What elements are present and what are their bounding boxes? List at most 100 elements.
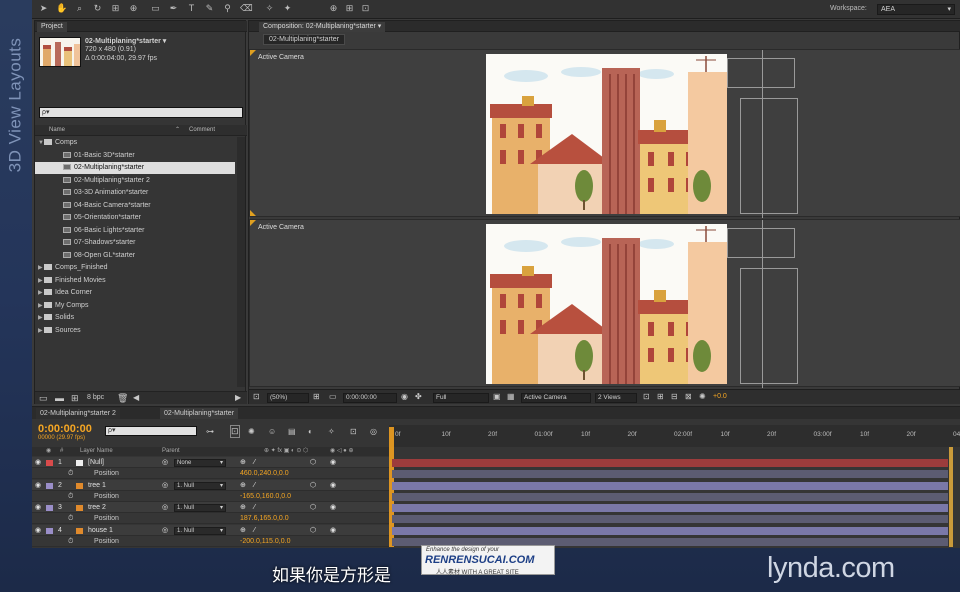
brainstorm-icon[interactable]: ✧ [328, 427, 335, 436]
layer-row[interactable]: ◉ 1 [Null] ◎ None ▾ ⊕ ⁄ ⬡ ◉ [32, 457, 389, 468]
camera-view-select[interactable]: Active Camera [521, 393, 591, 403]
stopwatch-icon[interactable]: ⏱ [68, 536, 73, 547]
layer-row[interactable]: ◉ 4 house 1 ◎ 1. Null ▾ ⊕ ⁄ ⬡ ◉ [32, 524, 389, 536]
mask-icon[interactable]: ▭ [329, 392, 337, 401]
preview-icon[interactable]: ⊡ [253, 392, 260, 401]
layer-wireframe[interactable] [740, 98, 798, 214]
motion-blur-icon[interactable]: ◐ [308, 427, 313, 436]
zoom-tool-icon[interactable]: ⌕ [74, 3, 85, 14]
trash-icon[interactable]: 🗑 [117, 393, 128, 404]
property-value[interactable]: 460.0,240.0,0.0 [240, 468, 289, 479]
layer-duration-bar[interactable] [392, 526, 948, 535]
timeline-search-input[interactable]: ρ▾ [105, 426, 197, 436]
bpc-label[interactable]: 8 bpc [87, 394, 104, 401]
selection-tool-icon[interactable]: ➤ [38, 3, 49, 14]
puppet-tool-icon[interactable]: ✦ [282, 3, 293, 14]
view-bottom[interactable]: Active Camera [249, 219, 960, 388]
project-comp-row[interactable]: 02-Multiplaning*starter 2 [35, 175, 235, 187]
solo-switch-icon[interactable]: ◉ [330, 502, 336, 513]
solo-switch-icon[interactable]: ◉ [330, 525, 336, 536]
visibility-eye-icon[interactable]: ◉ [35, 480, 41, 491]
property-track[interactable] [392, 515, 948, 523]
type-tool-icon[interactable]: T [186, 3, 197, 14]
rectangle-tool-icon[interactable]: ▭ [150, 3, 161, 14]
scroll-right-icon[interactable]: ▶ [235, 393, 241, 402]
shy-switch-icon[interactable]: ⊕ [240, 502, 246, 513]
views-layout-select[interactable]: 2 Views [595, 393, 637, 403]
disclosure-triangle-icon[interactable]: ▼ [38, 137, 44, 149]
pen-tool-icon[interactable]: ✒ [168, 3, 179, 14]
transparency-grid-icon[interactable]: ▦ [507, 392, 515, 401]
pickwhip-icon[interactable]: ◎ [162, 525, 168, 536]
solo-switch-icon[interactable]: ◉ [330, 480, 336, 491]
parent-select[interactable]: None ▾ [174, 459, 226, 467]
live-update-icon[interactable]: ⊡ [230, 425, 240, 438]
project-comp-row[interactable]: 02-Multiplaning*starter [35, 162, 235, 174]
shy-switch-icon[interactable]: ⊕ [240, 525, 246, 536]
property-row[interactable]: ⏱ Position -200.0,115.0,0.0 [32, 535, 389, 547]
project-comp-row[interactable]: 03-3D Animation*starter [35, 187, 235, 199]
project-comp-row[interactable]: 06-Basic Lights*starter [35, 225, 235, 237]
new-folder-icon[interactable]: ▬ [55, 393, 64, 403]
snapshot-icon[interactable]: ◉ [401, 392, 408, 401]
layer-wireframe[interactable] [727, 58, 795, 88]
project-folder-row[interactable]: ▶ Solids [35, 312, 235, 324]
visibility-eye-icon[interactable]: ◉ [35, 457, 41, 468]
parent-select[interactable]: 1. Null ▾ [174, 504, 226, 512]
project-folder-row[interactable]: ▶ My Comps [35, 300, 235, 312]
col-comment[interactable]: Comment [189, 127, 215, 133]
pickwhip-icon[interactable]: ◎ [162, 480, 168, 491]
label-color-swatch[interactable] [46, 482, 53, 489]
parent-select[interactable]: 1. Null ▾ [174, 481, 226, 490]
layer-wireframe[interactable] [740, 268, 798, 384]
property-value[interactable]: 187.6,165.0,0.0 [240, 513, 289, 524]
safe-zones-icon[interactable]: ⊞ [313, 392, 320, 401]
work-area-end[interactable] [949, 447, 953, 547]
show-channel-icon[interactable]: ✤ [415, 392, 422, 401]
stopwatch-icon[interactable]: ⏱ [68, 513, 73, 524]
layer-row[interactable]: ◉ 2 tree 1 ◎ 1. Null ▾ ⊕ ⁄ ⬡ ◉ [32, 479, 389, 491]
quality-switch-icon[interactable]: ⁄ [254, 457, 255, 468]
exposure-value[interactable]: +0.0 [713, 393, 727, 400]
brush-tool-icon[interactable]: ✎ [204, 3, 215, 14]
region-icon[interactable]: ▣ [493, 392, 501, 401]
timeline-tab-1[interactable]: 02-Multiplaning*starter 2 [36, 408, 120, 419]
disclosure-triangle-icon[interactable]: ▶ [38, 300, 43, 312]
3d-layer-switch-icon[interactable]: ⬡ [310, 525, 316, 536]
fast-preview-icon[interactable]: ⊞ [657, 392, 664, 401]
col-name[interactable]: Name [49, 127, 65, 133]
stopwatch-icon[interactable]: ⏱ [68, 491, 73, 502]
project-folder-row[interactable]: ▼ Comps [35, 137, 235, 149]
layer-name[interactable]: house 1 [88, 525, 113, 536]
project-comp-row[interactable]: 01-Basic 3D*starter [35, 150, 235, 162]
axis-world-icon[interactable]: ⊞ [344, 3, 355, 14]
comp-mini-flowchart-icon[interactable]: ⊶ [206, 427, 214, 436]
eraser-tool-icon[interactable]: ⌫ [240, 3, 253, 14]
timeline-timecode[interactable]: 0:00:00:00 [38, 423, 92, 435]
layer-wireframe[interactable] [727, 228, 795, 258]
layer-name[interactable]: tree 1 [88, 480, 106, 491]
project-scrollbar[interactable] [237, 137, 245, 387]
rotate-tool-icon[interactable]: ↻ [92, 3, 103, 14]
property-row[interactable]: ⏱ Position 187.6,165.0,0.0 [32, 513, 389, 524]
label-color-swatch[interactable] [46, 505, 53, 511]
visibility-eye-icon[interactable]: ◉ [35, 525, 41, 536]
col-layer-name[interactable]: Layer Name [80, 447, 113, 456]
property-row[interactable]: ⏱ Position -165.0,160.0,0.0 [32, 490, 389, 502]
visibility-eye-icon[interactable]: ◉ [35, 502, 41, 513]
toggle-pixel-icon[interactable]: ⊡ [643, 392, 650, 401]
property-value[interactable]: -165.0,160.0,0.0 [240, 491, 291, 502]
graph-editor-icon[interactable]: ⊡ [350, 427, 357, 436]
layer-duration-bar[interactable] [392, 459, 948, 467]
comp-frame-top[interactable] [486, 54, 727, 214]
layer-duration-bar[interactable] [392, 504, 948, 512]
time-ruler[interactable]: 0f 10f 20f 01:00f 10f 20f 02:00f 10f 20f 03:00f 10… [389, 425, 960, 447]
quality-switch-icon[interactable]: ⁄ [254, 480, 255, 491]
disclosure-triangle-icon[interactable]: ▶ [38, 275, 43, 287]
quality-switch-icon[interactable]: ⁄ [254, 525, 255, 536]
project-comp-row[interactable]: 04-Basic Camera*starter [35, 200, 235, 212]
disclosure-triangle-icon[interactable]: ▶ [38, 287, 43, 299]
label-color-swatch[interactable] [46, 460, 53, 466]
reset-exposure-icon[interactable]: ✺ [699, 392, 706, 401]
pan-behind-tool-icon[interactable]: ⊕ [128, 3, 139, 14]
